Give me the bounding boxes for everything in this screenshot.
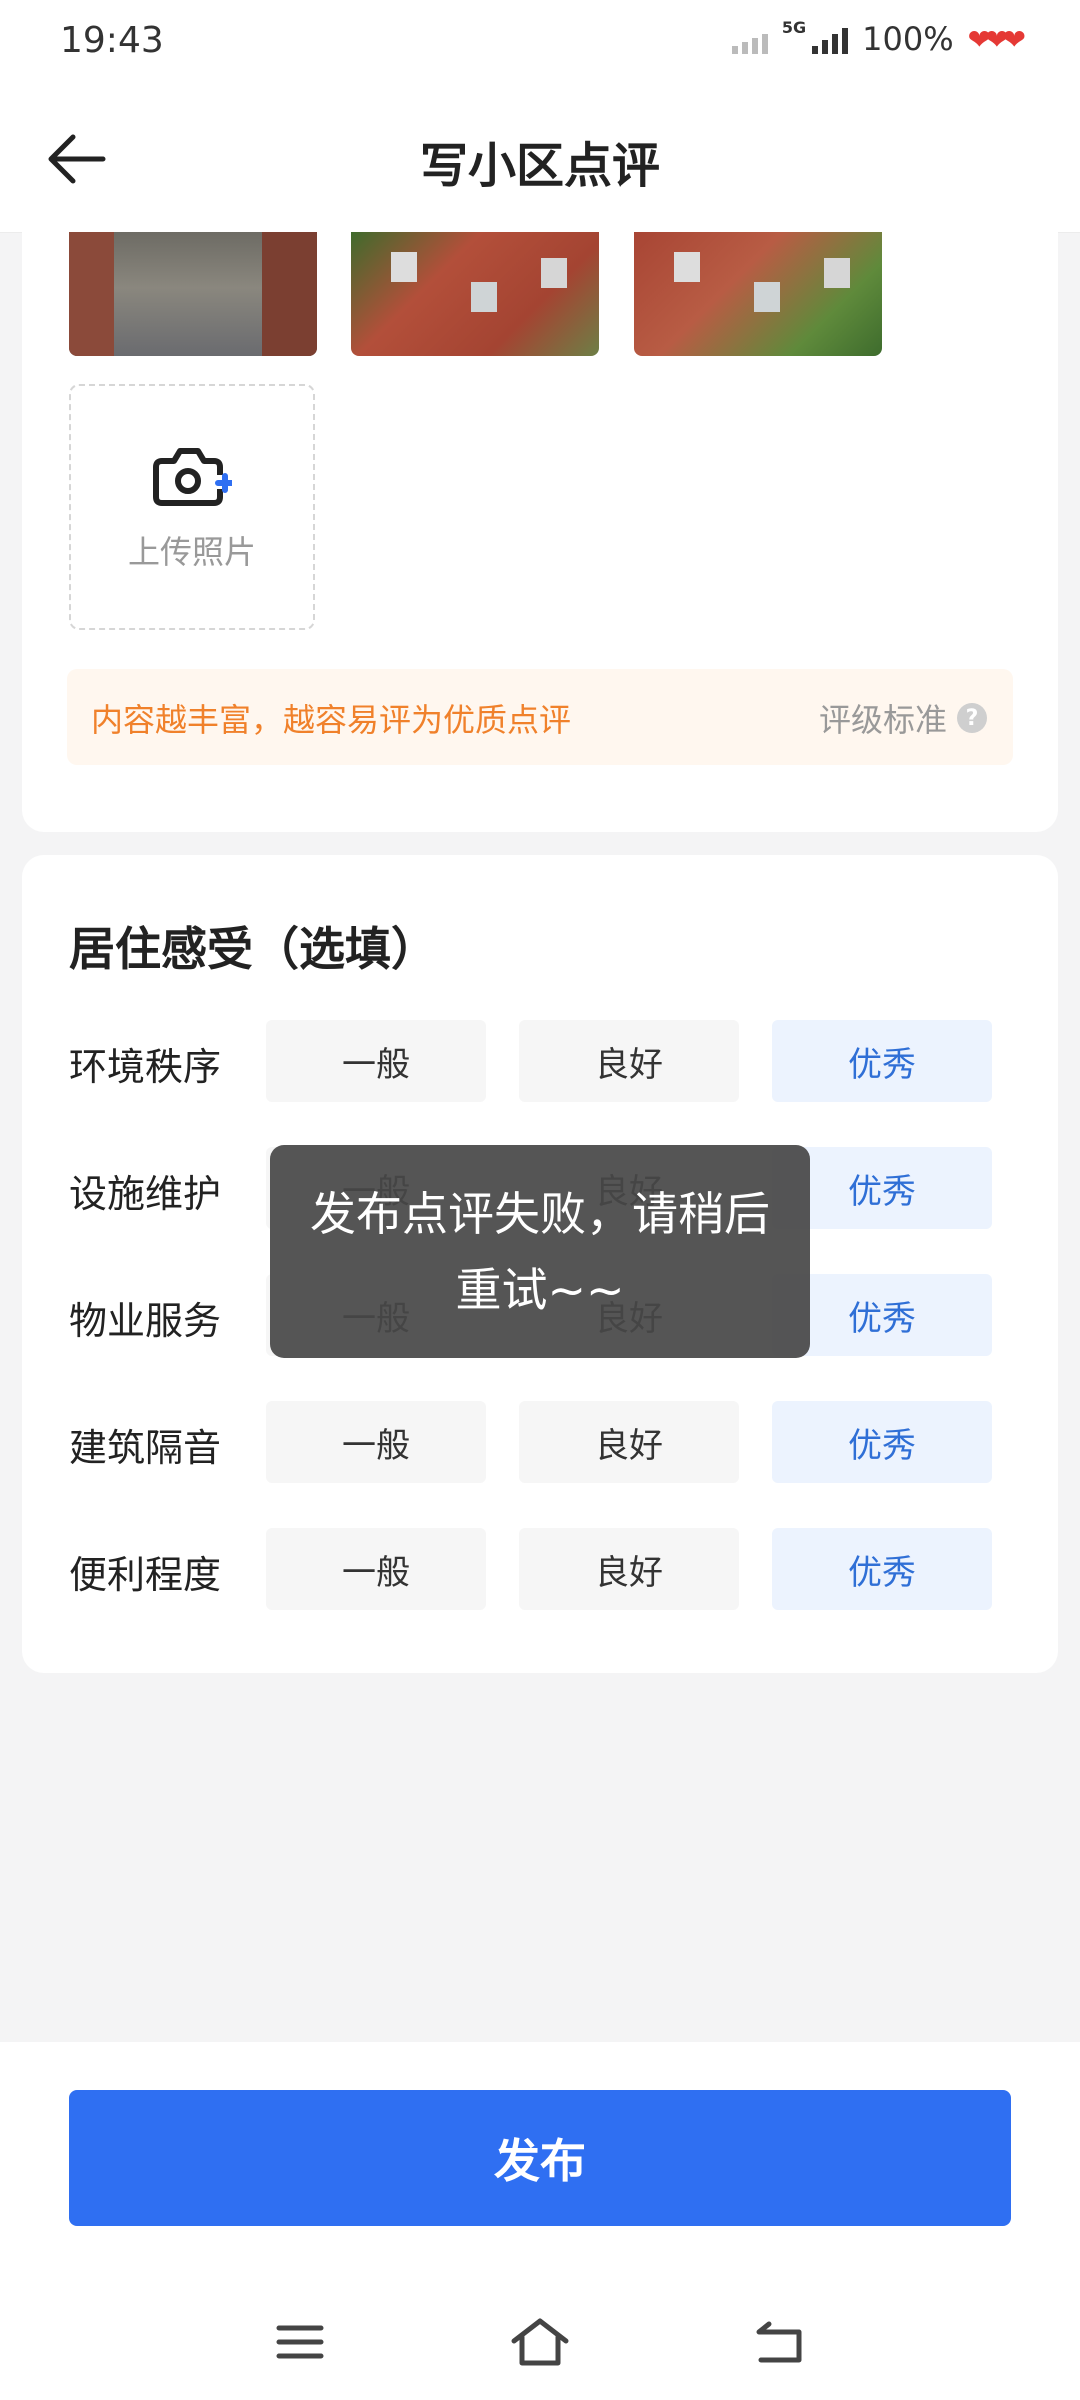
rating-standard-label: 评级标准 — [818, 701, 947, 739]
photo-thumbnail-3[interactable] — [634, 232, 882, 356]
photo-thumbnail-2[interactable] — [351, 232, 599, 356]
publish-button[interactable]: 发布 — [69, 2090, 1011, 2226]
rating-row-label: 设施维护 — [69, 1172, 222, 1216]
network-type: 5G — [781, 18, 807, 37]
error-toast: 发布点评失败，请稍后重试~~ — [270, 1145, 810, 1358]
menu-icon — [276, 2325, 324, 2359]
home-nav-button[interactable] — [510, 2312, 570, 2372]
status-time: 19:43 — [60, 20, 164, 61]
rating-row-label: 建筑隔音 — [69, 1426, 222, 1470]
rating-row-convenience: 便利程度 一般 良好 优秀 — [22, 1528, 1058, 1610]
battery-percent: 100% — [862, 20, 954, 58]
option-average[interactable]: 一般 — [266, 1401, 486, 1483]
battery-hearts-icon: ❤❤❤ — [967, 22, 1026, 56]
menu-nav-button[interactable] — [270, 2312, 330, 2372]
option-excellent[interactable]: 优秀 — [772, 1528, 992, 1610]
photos-card: 上传照片 内容越丰富，越容易评为优质点评 评级标准 ? — [22, 232, 1058, 832]
status-icons: 5G 100% ❤❤❤ — [731, 18, 1026, 58]
signal-weak-icon — [731, 24, 768, 54]
rating-row-soundproofing: 建筑隔音 一般 良好 优秀 — [22, 1401, 1058, 1483]
signal-strong-icon — [812, 24, 849, 54]
system-nav-bar — [0, 2302, 1080, 2392]
upload-photo-label: 上传照片 — [127, 533, 256, 571]
help-icon: ? — [957, 703, 987, 733]
quality-tip-text: 内容越丰富，越容易评为优质点评 — [91, 701, 572, 739]
option-average[interactable]: 一般 — [266, 1020, 486, 1102]
bottom-bar: 发布 — [0, 2042, 1080, 2400]
toast-message: 发布点评失败，请稍后重试~~ — [310, 1186, 770, 1317]
rating-row-label: 物业服务 — [69, 1299, 222, 1343]
option-excellent[interactable]: 优秀 — [772, 1401, 992, 1483]
option-average[interactable]: 一般 — [266, 1528, 486, 1610]
back-nav-icon — [756, 2321, 802, 2363]
option-good[interactable]: 良好 — [519, 1528, 739, 1610]
rating-row-environment: 环境秩序 一般 良好 优秀 — [22, 1020, 1058, 1102]
photo-thumbnail-1[interactable] — [69, 232, 317, 356]
page-title: 写小区点评 — [419, 138, 660, 194]
title-bar: 写小区点评 — [0, 84, 1080, 233]
rating-standard-link[interactable]: 评级标准 ? — [819, 695, 987, 741]
section-title: 居住感受（选填） — [69, 922, 437, 976]
option-good[interactable]: 良好 — [519, 1020, 739, 1102]
option-excellent[interactable]: 优秀 — [772, 1020, 992, 1102]
quality-tip-bar: 内容越丰富，越容易评为优质点评 评级标准 ? — [67, 669, 1013, 765]
option-good[interactable]: 良好 — [519, 1401, 739, 1483]
upload-photo-button[interactable]: 上传照片 — [69, 384, 315, 630]
status-bar: 19:43 5G 100% ❤❤❤ — [0, 0, 1080, 84]
rating-row-label: 环境秩序 — [69, 1045, 222, 1089]
home-icon — [511, 2318, 569, 2366]
rating-row-label: 便利程度 — [69, 1553, 222, 1597]
back-nav-button[interactable] — [750, 2312, 810, 2372]
camera-add-icon — [153, 448, 232, 506]
